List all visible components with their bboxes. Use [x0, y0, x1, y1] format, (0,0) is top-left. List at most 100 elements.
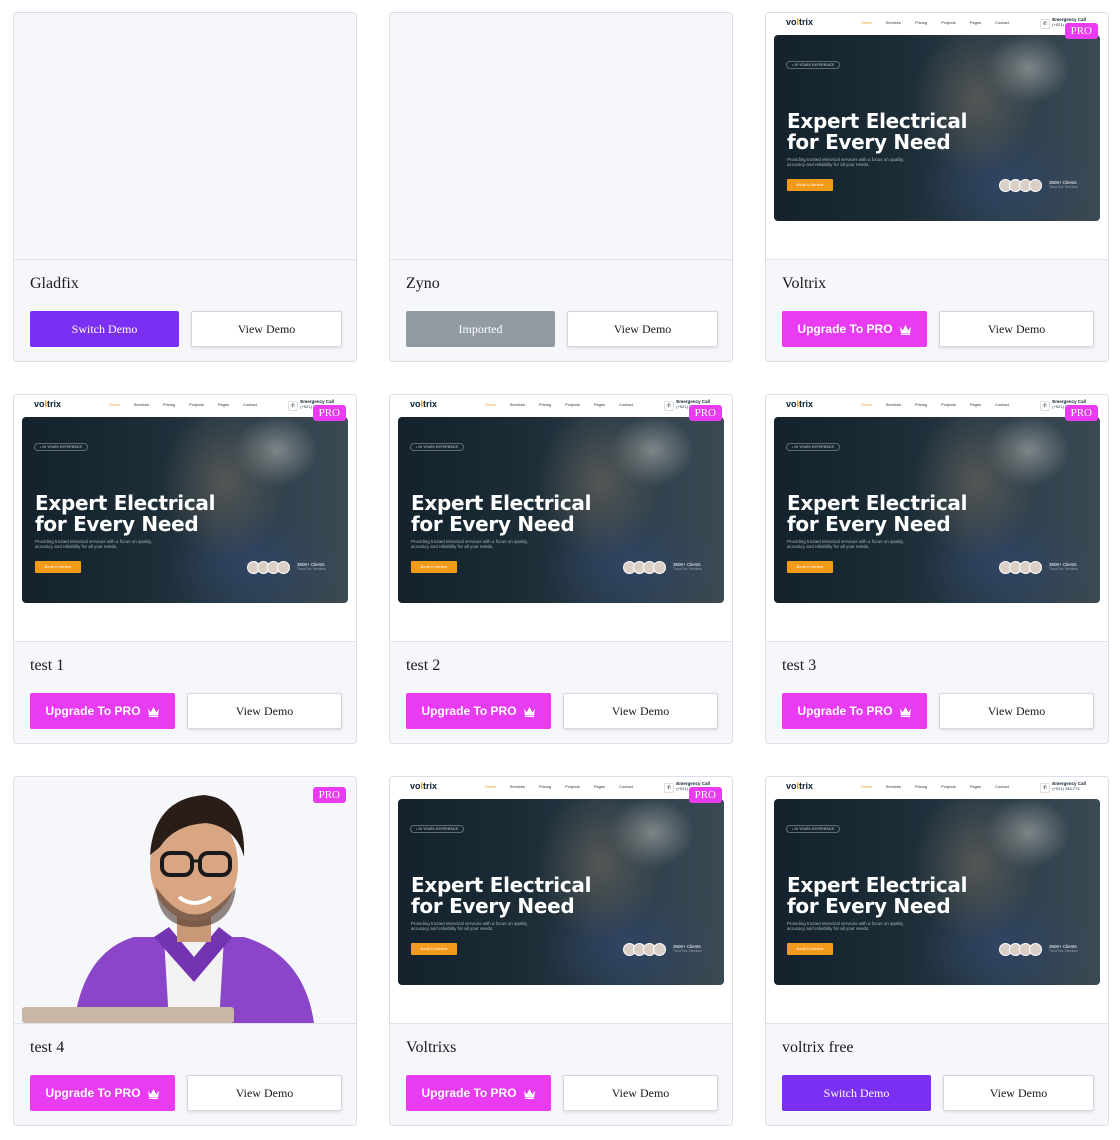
preview-navbar: voltrix Home Services Pricing Projects Pages… [390, 777, 732, 799]
upgrade-to-pro-button[interactable]: Upgrade To PRO [30, 1075, 175, 1111]
preview-hero: • 20 YEARS EXPERIENCE Expert Electrical f… [398, 799, 724, 985]
view-demo-button[interactable]: View Demo [191, 311, 342, 347]
preview-nav-links: Home Services Pricing Projects Pages Contact [485, 402, 633, 407]
preview-logo: voltrix [786, 781, 814, 791]
demo-card: voltrix Home Services Pricing Projects Pages… [765, 776, 1109, 1126]
website-preview: voltrix Home Services Pricing Projects Pages… [766, 395, 1108, 641]
preview-nav-item: Projects [565, 402, 580, 407]
preview-logo: voltrix [34, 399, 62, 409]
upgrade-to-pro-button[interactable]: Upgrade To PRO [782, 693, 927, 729]
preview-hero: • 20 YEARS EXPERIENCE Expert Electrical f… [398, 417, 724, 603]
preview-avatars [623, 943, 666, 956]
pro-badge: PRO [688, 405, 722, 421]
preview-subtext: Providing trusted electrical services wi… [411, 921, 528, 931]
preview-cta: Book A Service [35, 561, 81, 573]
preview-navbar: voltrix Home Services Pricing Projects Pages… [390, 395, 732, 417]
view-demo-button[interactable]: View Demo [567, 311, 718, 347]
preview-nav-item: Contact [995, 402, 1009, 407]
preview-clients: 3500+ Clients Trust Our Services [1048, 562, 1078, 571]
preview-cta: Book A Service [787, 179, 833, 191]
button-label: Upgrade To PRO [797, 704, 893, 718]
demo-title: test 3 [782, 657, 817, 674]
demo-thumbnail [14, 13, 356, 260]
preview-nav-item: Pages [969, 20, 982, 25]
pro-badge: PRO [688, 787, 722, 803]
preview-subtext: Providing trusted electrical services wi… [787, 539, 904, 549]
demo-title: Voltrixs [406, 1039, 457, 1056]
button-label: Upgrade To PRO [421, 1086, 517, 1100]
preview-nav-item: Pages [593, 402, 606, 407]
demo-card: voltrix Home Services Pricing Projects Pages… [13, 394, 357, 744]
upgrade-to-pro-button[interactable]: Upgrade To PRO [406, 693, 551, 729]
preview-nav-item: Pricing [163, 402, 176, 407]
preview-nav-item: Contact [619, 402, 633, 407]
preview-logo: voltrix [786, 17, 814, 27]
demo-thumbnail: voltrix Home Services Pricing Projects Pages… [766, 395, 1108, 642]
preview-subtext: Providing trusted electrical services wi… [787, 157, 904, 167]
preview-nav-links: Home Services Pricing Projects Pages Contact [109, 402, 257, 407]
button-label: Switch Demo [823, 1085, 890, 1100]
preview-nav-item: Services [885, 784, 902, 789]
demo-thumbnail: voltrix Home Services Pricing Projects Pages… [390, 777, 732, 1024]
preview-avatars [999, 179, 1042, 192]
view-demo-button[interactable]: View Demo [563, 693, 718, 729]
preview-pill: • 20 YEARS EXPERIENCE [34, 443, 89, 451]
preview-logo: voltrix [410, 399, 438, 409]
view-demo-button[interactable]: View Demo [939, 693, 1094, 729]
preview-nav-item: Services [885, 402, 902, 407]
demo-thumbnail [390, 13, 732, 260]
view-demo-button[interactable]: View Demo [939, 311, 1094, 347]
website-preview: voltrix Home Services Pricing Projects Pages… [14, 395, 356, 641]
pro-badge: PRO [312, 405, 346, 421]
phone-icon: ✆ [664, 401, 674, 411]
preview-nav-item: Pricing [539, 402, 552, 407]
preview-nav-item: Contact [619, 784, 633, 789]
preview-nav-item: Contact [995, 20, 1009, 25]
preview-hero: • 20 YEARS EXPERIENCE Expert Electrical f… [22, 417, 348, 603]
view-demo-button[interactable]: View Demo [563, 1075, 718, 1111]
preview-avatars [999, 943, 1042, 956]
preview-nav-item: Projects [565, 784, 580, 789]
preview-pill: • 20 YEARS EXPERIENCE [410, 443, 465, 451]
preview-nav-item: Pricing [539, 784, 552, 789]
preview-nav-item: Pricing [915, 20, 928, 25]
preview-nav-links: Home Services Pricing Projects Pages Contact [861, 402, 1009, 407]
preview-logo: voltrix [410, 781, 438, 791]
crown-icon [899, 706, 911, 717]
website-preview: voltrix Home Services Pricing Projects Pages… [390, 395, 732, 641]
preview-hero: • 20 YEARS EXPERIENCE Expert Electrical f… [774, 35, 1100, 221]
demo-card: PRO test 4 Upgrade To PRO View Demo [13, 776, 357, 1126]
switch-demo-button[interactable]: Switch Demo [30, 311, 179, 347]
preview-cta: Book A Service [787, 561, 833, 573]
switch-demo-button[interactable]: Switch Demo [782, 1075, 931, 1111]
preview-navbar: voltrix Home Services Pricing Projects Pages… [766, 13, 1108, 35]
view-demo-button[interactable]: View Demo [187, 1075, 342, 1111]
preview-nav-item: Services [133, 402, 150, 407]
preview-headline: Expert Electrical for Every Need [787, 873, 968, 918]
preview-subtext: Providing trusted electrical services wi… [411, 539, 528, 549]
preview-pill: • 20 YEARS EXPERIENCE [410, 825, 465, 833]
crown-icon [147, 1088, 159, 1099]
view-demo-button[interactable]: View Demo [187, 693, 342, 729]
preview-nav-item: Pricing [915, 402, 928, 407]
upgrade-to-pro-button[interactable]: Upgrade To PRO [30, 693, 175, 729]
preview-nav-links: Home Services Pricing Projects Pages Contact [485, 784, 633, 789]
preview-nav-item: Home [861, 784, 872, 789]
preview-clients: 3500+ Clients Trust Our Services [672, 562, 702, 571]
demo-title: Voltrix [782, 275, 827, 292]
crown-icon [147, 706, 159, 717]
phone-icon: ✆ [288, 401, 298, 411]
demo-title: Gladfix [30, 275, 79, 292]
view-demo-button[interactable]: View Demo [943, 1075, 1094, 1111]
preview-nav-item: Home [861, 402, 872, 407]
upgrade-to-pro-button[interactable]: Upgrade To PRO [406, 1075, 551, 1111]
preview-nav-item: Projects [941, 402, 956, 407]
demo-thumbnail: voltrix Home Services Pricing Projects Pages… [390, 395, 732, 642]
demo-thumbnail: voltrix Home Services Pricing Projects Pages… [14, 395, 356, 642]
preview-nav-item: Home [485, 402, 496, 407]
demo-card: voltrix Home Services Pricing Projects Pages… [389, 776, 733, 1126]
preview-nav-item: Home [109, 402, 120, 407]
upgrade-to-pro-button[interactable]: Upgrade To PRO [782, 311, 927, 347]
preview-avatars [999, 561, 1042, 574]
preview-clients: 3500+ Clients Trust Our Services [1048, 944, 1078, 953]
